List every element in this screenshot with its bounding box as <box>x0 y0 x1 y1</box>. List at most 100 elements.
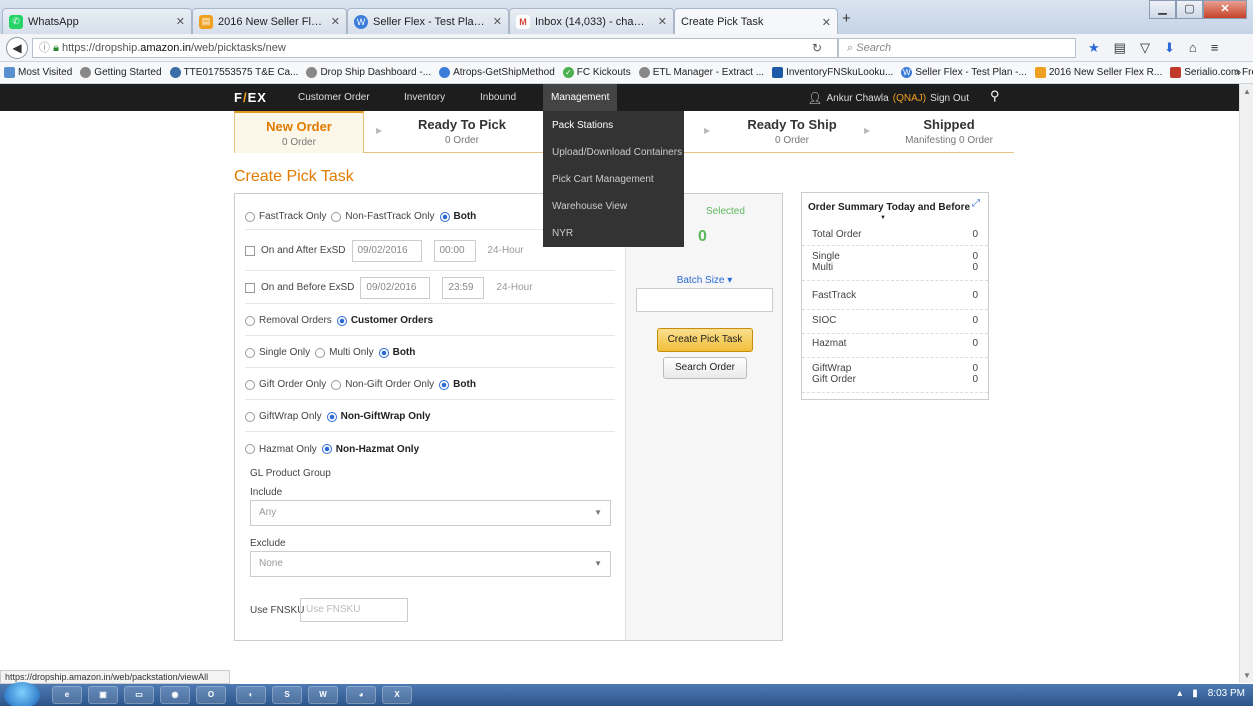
more-bookmarks-icon[interactable]: » <box>1235 67 1241 78</box>
menu-icon[interactable]: ≡ <box>1211 40 1219 56</box>
giftwrap-only-radio[interactable]: GiftWrap Only <box>245 411 322 422</box>
nav-inventory[interactable]: Inventory <box>404 92 445 103</box>
minimize-icon[interactable]: ▁ <box>1149 0 1176 19</box>
tab-inbox[interactable]: M Inbox (14,033) - chawlaank... ✕ <box>509 8 674 34</box>
bookmark-item[interactable]: Getting Started <box>80 67 162 78</box>
bookmark-icon <box>169 67 181 78</box>
chrome-icon[interactable]: ◉ <box>160 686 190 704</box>
menu-item-upload-download-containers[interactable]: Upload/Download Containers <box>552 147 682 158</box>
network-icon[interactable]: ▮ <box>1192 688 1198 699</box>
bookmark-item[interactable]: ✓ FC Kickouts <box>562 67 631 78</box>
single-only-radio[interactable]: Single Only <box>245 347 310 358</box>
customer-orders-radio[interactable]: Customer Orders <box>336 315 433 326</box>
close-window-icon[interactable]: ✕ <box>1203 0 1247 19</box>
download-icon[interactable]: ⬇ <box>1164 40 1175 56</box>
clock[interactable]: 8:03 PM <box>1208 688 1245 699</box>
close-tab-icon[interactable]: ✕ <box>658 15 667 28</box>
maximize-icon[interactable]: ▢ <box>1176 0 1203 19</box>
menu-item-warehouse-view[interactable]: Warehouse View <box>552 201 627 212</box>
exclude-select[interactable]: None ▼ <box>250 551 611 577</box>
taskbar-app-icon[interactable]: ◐ <box>236 686 266 704</box>
close-tab-icon[interactable]: ✕ <box>822 16 831 29</box>
nav-management[interactable]: Management <box>543 84 617 111</box>
non-gift-radio[interactable]: Non-Gift Order Only <box>331 379 434 390</box>
create-pick-task-button[interactable]: Create Pick Task <box>657 328 753 352</box>
expand-icon[interactable]: ⤢ <box>972 198 980 209</box>
firefox-icon[interactable]: ◕ <box>346 686 376 704</box>
search-icon[interactable]: ⚲ <box>990 88 1000 104</box>
word-icon[interactable]: W <box>308 686 338 704</box>
url-bar[interactable]: ⓘ 🔒︎ https://dropship.amazon.in/web/pick… <box>32 38 838 58</box>
hazmat-only-radio[interactable]: Hazmat Only <box>245 444 317 455</box>
tab-seller-flex-test-plan[interactable]: W Seller Flex - Test Plan - Am... ✕ <box>347 8 509 34</box>
folder-icon[interactable]: ▭ <box>124 686 154 704</box>
fnsku-input[interactable]: Use FNSKU <box>300 598 408 622</box>
batch-size-dropdown[interactable]: Batch Size ▾ <box>626 275 783 286</box>
tab-create-pick-task[interactable]: Create Pick Task ✕ <box>674 8 838 35</box>
menu-item-pick-cart-management[interactable]: Pick Cart Management <box>552 174 654 185</box>
gift-both-radio[interactable]: Both <box>439 379 476 390</box>
skype-icon[interactable]: S <box>272 686 302 704</box>
excel-icon[interactable]: X <box>382 686 412 704</box>
gift-only-radio[interactable]: Gift Order Only <box>245 379 326 390</box>
pocket-icon[interactable]: ▽ <box>1140 40 1150 56</box>
bookmark-item[interactable]: W Seller Flex - Test Plan -... <box>901 67 1027 78</box>
fasttrack-only-radio[interactable]: FastTrack Only <box>245 211 326 222</box>
bookmark-item[interactable]: Atrops-GetShipMethod <box>439 67 555 78</box>
table-icon <box>772 67 784 78</box>
close-tab-icon[interactable]: ✕ <box>331 15 340 28</box>
outlook-icon[interactable]: O <box>196 686 226 704</box>
home-icon[interactable]: ⌂ <box>1189 40 1197 56</box>
bookmark-item[interactable]: 2016 New Seller Flex R... <box>1034 67 1162 78</box>
sign-out-link[interactable]: Sign Out <box>930 93 969 104</box>
logo[interactable]: F/EX <box>234 90 267 105</box>
bookmark-item[interactable]: InventoryFNSkuLooku... <box>772 67 893 78</box>
tray-arrow-icon[interactable]: ▴ <box>1177 688 1182 699</box>
bookmark-star-icon[interactable]: ★ <box>1088 40 1100 56</box>
page-scrollbar[interactable]: ▲ ▼ <box>1239 84 1253 683</box>
search-order-button[interactable]: Search Order <box>663 357 747 379</box>
radio-icon <box>315 347 326 358</box>
step-ready-to-pick[interactable]: Ready To Pick 0 Order <box>397 111 527 153</box>
bookmark-item[interactable]: ETL Manager - Extract ... <box>638 67 764 78</box>
bookmark-item[interactable]: Drop Ship Dashboard -... <box>306 67 431 78</box>
non-giftwrap-radio[interactable]: Non-GiftWrap Only <box>326 411 430 422</box>
before-time-input[interactable]: 23:59 <box>442 276 485 299</box>
batch-size-input[interactable] <box>636 288 773 312</box>
before-date-input[interactable]: 09/02/2016 <box>360 276 431 299</box>
reload-icon[interactable]: ↻ <box>812 38 822 58</box>
menu-item-nyr[interactable]: NYR <box>552 228 573 239</box>
after-exsd-checkbox[interactable] <box>245 245 255 256</box>
fasttrack-both-radio[interactable]: Both <box>439 211 476 222</box>
before-exsd-checkbox[interactable] <box>245 282 255 293</box>
removal-orders-radio[interactable]: Removal Orders <box>245 315 332 326</box>
single-both-radio[interactable]: Both <box>378 347 415 358</box>
tab-seller-flex-request[interactable]: ▤ 2016 New Seller Flex Reque... ✕ <box>192 8 347 34</box>
step-shipped[interactable]: Shipped Manifesting 0 Order <box>884 111 1014 153</box>
close-tab-icon[interactable]: ✕ <box>493 15 502 28</box>
nav-inbound[interactable]: Inbound <box>480 92 516 103</box>
step-new-order[interactable]: New Order 0 Order <box>234 111 364 153</box>
non-fasttrack-radio[interactable]: Non-FastTrack Only <box>331 211 435 222</box>
nav-customer-order[interactable]: Customer Order <box>298 92 370 103</box>
new-tab-icon[interactable]: + <box>842 10 851 27</box>
ie-icon[interactable]: e <box>52 686 82 704</box>
non-hazmat-radio[interactable]: Non-Hazmat Only <box>321 444 419 455</box>
include-select[interactable]: Any ▼ <box>250 500 611 526</box>
scroll-down-icon[interactable]: ▼ <box>1243 671 1251 680</box>
start-button[interactable] <box>4 682 40 706</box>
bookmark-item[interactable]: TTE017553575 T&E Ca... <box>169 67 298 78</box>
after-time-input[interactable]: 00:00 <box>433 239 476 262</box>
scroll-up-icon[interactable]: ▲ <box>1243 87 1251 96</box>
search-input[interactable]: ⌕ Search <box>838 38 1076 58</box>
tab-whatsapp[interactable]: ✆ WhatsApp ✕ <box>2 8 192 34</box>
reading-list-icon[interactable]: ▤ <box>1114 40 1126 56</box>
after-date-input[interactable]: 09/02/2016 <box>351 239 422 262</box>
back-icon[interactable]: ◀ <box>6 37 28 59</box>
step-ready-to-ship[interactable]: Ready To Ship 0 Order <box>727 111 857 153</box>
close-tab-icon[interactable]: ✕ <box>176 15 185 28</box>
bookmark-item[interactable]: Most Visited <box>4 67 72 78</box>
taskbar-app-icon[interactable]: ▣ <box>88 686 118 704</box>
menu-item-pack-stations[interactable]: Pack Stations <box>552 120 613 131</box>
multi-only-radio[interactable]: Multi Only <box>315 347 374 358</box>
